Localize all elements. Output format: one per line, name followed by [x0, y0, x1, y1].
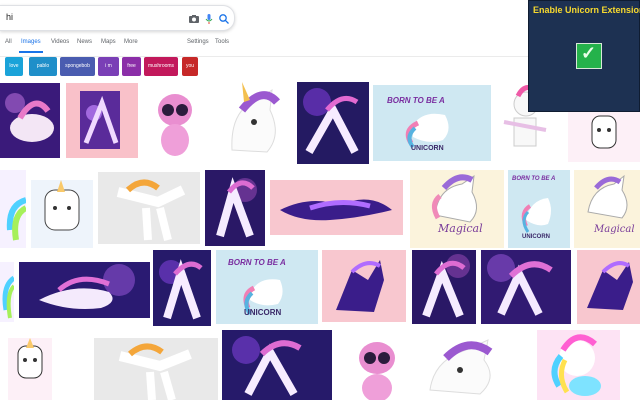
image-result[interactable]: BORN TO BE A UNICORN — [373, 85, 491, 161]
image-result[interactable] — [322, 250, 406, 322]
caption: BORN TO BE A — [387, 96, 445, 105]
image-result[interactable] — [412, 250, 476, 324]
image-result[interactable]: BORN TO BE A UNICORN — [216, 250, 318, 324]
image-result[interactable]: Magical — [410, 170, 504, 248]
image-result[interactable] — [66, 83, 138, 158]
caption: Magical — [594, 224, 635, 235]
chip-pablo[interactable]: pablo — [29, 57, 57, 76]
image-result[interactable] — [577, 250, 640, 324]
chip-love[interactable]: love — [5, 57, 23, 76]
image-result[interactable] — [31, 180, 93, 248]
image-result[interactable] — [19, 262, 150, 318]
tab-news[interactable]: News — [77, 39, 92, 45]
search-tabs: All Images Videos News Maps More Setting… — [0, 37, 528, 57]
extension-title: Enable Unicorn Extension? — [533, 5, 640, 15]
check-icon[interactable] — [576, 43, 602, 69]
chip-you[interactable]: you — [182, 57, 198, 76]
caption: UNICORN — [244, 308, 282, 317]
tab-maps[interactable]: Maps — [101, 39, 116, 45]
mic-icon[interactable] — [203, 12, 215, 24]
image-result[interactable] — [410, 330, 520, 400]
tab-images[interactable]: Images — [19, 39, 43, 53]
image-result[interactable]: Magical — [574, 170, 640, 248]
image-result[interactable] — [0, 170, 26, 248]
caption: UNICORN — [522, 234, 550, 240]
image-result[interactable] — [8, 338, 52, 400]
image-result[interactable]: BORN TO BE A UNICORN — [508, 170, 570, 248]
search-icon[interactable] — [218, 12, 230, 24]
image-result[interactable] — [222, 330, 332, 400]
caption: BORN TO BE A — [512, 176, 556, 182]
image-result[interactable] — [481, 250, 571, 324]
chip-spongebob[interactable]: spongebob — [60, 57, 95, 76]
caption: UNICORN — [411, 145, 444, 152]
image-result[interactable] — [0, 262, 14, 322]
search-box[interactable]: hi — [0, 5, 235, 31]
image-result[interactable] — [212, 80, 292, 165]
image-result[interactable] — [537, 330, 620, 400]
image-result[interactable] — [568, 112, 640, 162]
settings-link[interactable]: Settings — [187, 39, 209, 45]
image-result[interactable] — [153, 250, 211, 326]
chip-mushrooms[interactable]: mushrooms — [144, 57, 178, 76]
tab-all[interactable]: All — [5, 39, 12, 45]
image-result[interactable] — [270, 180, 403, 235]
image-result[interactable] — [205, 170, 265, 246]
image-result[interactable] — [350, 330, 404, 400]
camera-icon[interactable] — [188, 12, 200, 24]
image-result[interactable] — [0, 83, 60, 158]
image-result[interactable] — [98, 172, 200, 244]
chip-free[interactable]: free — [122, 57, 141, 76]
image-result[interactable] — [297, 82, 369, 164]
search-input[interactable]: hi — [6, 12, 13, 22]
image-result[interactable] — [94, 338, 218, 400]
extension-popup: Enable Unicorn Extension? — [528, 0, 640, 112]
image-result[interactable] — [150, 80, 200, 162]
caption: BORN TO BE A — [228, 258, 286, 267]
caption: Magical — [438, 222, 483, 235]
chip-i-m[interactable]: i m — [98, 57, 119, 76]
tab-more[interactable]: More — [124, 39, 138, 45]
tools-link[interactable]: Tools — [215, 39, 229, 45]
tab-videos[interactable]: Videos — [51, 39, 69, 45]
